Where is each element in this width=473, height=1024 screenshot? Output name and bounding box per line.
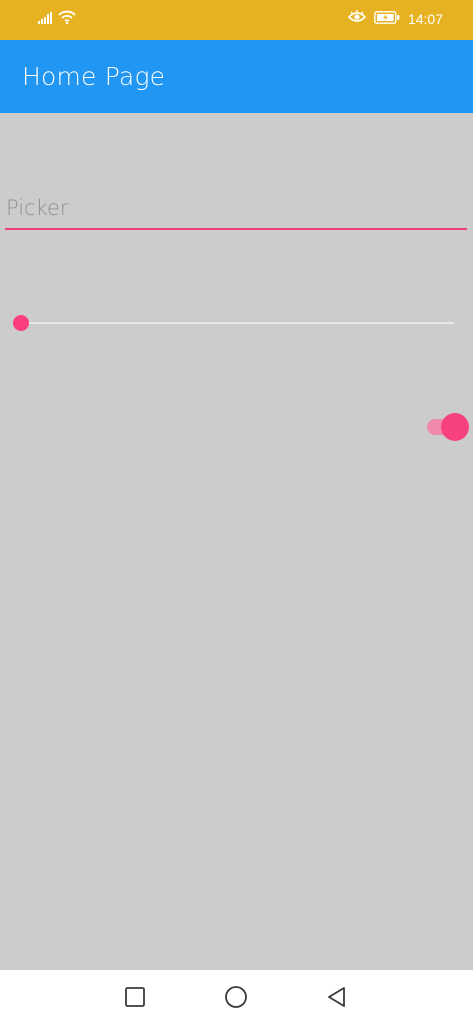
picker-placeholder: Picker <box>6 196 69 220</box>
slider[interactable] <box>12 312 454 334</box>
status-bar-left <box>38 9 76 28</box>
battery-charging-icon <box>374 9 400 28</box>
picker-field[interactable]: Picker <box>5 190 467 230</box>
switch-thumb[interactable] <box>441 413 469 441</box>
status-bar-right: 14:07 <box>347 9 443 28</box>
app-bar: Home Page <box>0 40 473 113</box>
recent-apps-icon[interactable] <box>121 983 149 1011</box>
toggle-switch[interactable] <box>425 412 471 442</box>
page-title: Home Page <box>22 62 166 91</box>
system-nav-bar <box>0 970 473 1024</box>
status-time: 14:07 <box>407 10 443 27</box>
slider-track <box>20 322 454 324</box>
wifi-icon <box>58 9 76 28</box>
home-icon[interactable] <box>222 983 250 1011</box>
status-bar: 14:07 <box>0 0 473 40</box>
signal-icon <box>38 9 52 28</box>
slider-thumb[interactable] <box>13 315 29 331</box>
eye-comfort-icon <box>347 9 367 28</box>
back-icon[interactable] <box>323 983 351 1011</box>
